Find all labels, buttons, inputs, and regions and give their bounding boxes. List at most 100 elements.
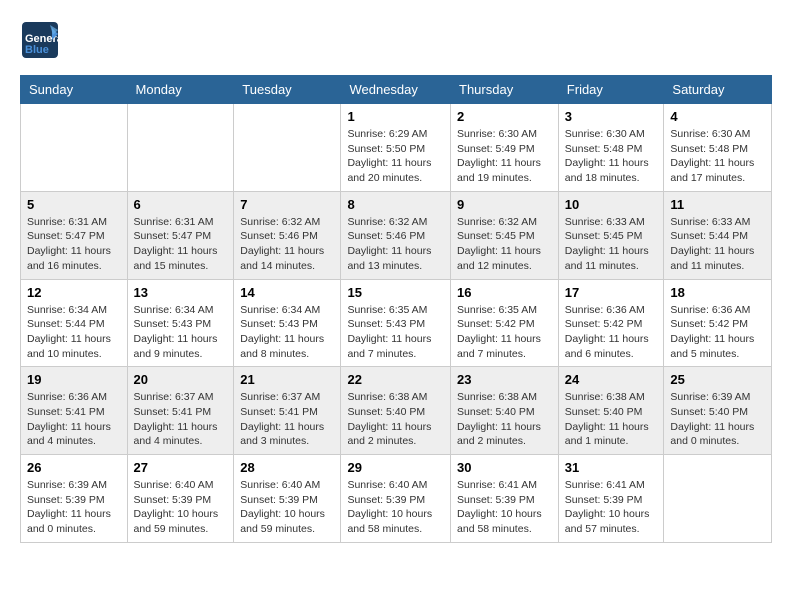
weekday-header-monday: Monday (127, 76, 234, 104)
calendar-cell (127, 104, 234, 192)
day-number: 12 (27, 285, 121, 300)
calendar-table: SundayMondayTuesdayWednesdayThursdayFrid… (20, 75, 772, 543)
day-number: 11 (670, 197, 765, 212)
day-number: 19 (27, 372, 121, 387)
day-number: 28 (240, 460, 334, 475)
calendar-cell: 8 Sunrise: 6:32 AM Sunset: 5:46 PM Daylig… (341, 191, 451, 279)
day-info: Sunrise: 6:35 AM Sunset: 5:43 PM Dayligh… (347, 303, 444, 362)
day-info: Sunrise: 6:31 AM Sunset: 5:47 PM Dayligh… (27, 215, 121, 274)
day-number: 6 (134, 197, 228, 212)
calendar-cell: 20 Sunrise: 6:37 AM Sunset: 5:41 PM Dayli… (127, 367, 234, 455)
day-info: Sunrise: 6:36 AM Sunset: 5:41 PM Dayligh… (27, 390, 121, 449)
day-number: 13 (134, 285, 228, 300)
calendar-cell: 9 Sunrise: 6:32 AM Sunset: 5:45 PM Daylig… (451, 191, 559, 279)
day-number: 9 (457, 197, 552, 212)
weekday-header-friday: Friday (558, 76, 664, 104)
day-info: Sunrise: 6:36 AM Sunset: 5:42 PM Dayligh… (565, 303, 658, 362)
day-info: Sunrise: 6:29 AM Sunset: 5:50 PM Dayligh… (347, 127, 444, 186)
day-info: Sunrise: 6:39 AM Sunset: 5:40 PM Dayligh… (670, 390, 765, 449)
calendar-cell: 3 Sunrise: 6:30 AM Sunset: 5:48 PM Daylig… (558, 104, 664, 192)
day-info: Sunrise: 6:37 AM Sunset: 5:41 PM Dayligh… (134, 390, 228, 449)
calendar-cell (21, 104, 128, 192)
day-number: 10 (565, 197, 658, 212)
calendar-cell: 17 Sunrise: 6:36 AM Sunset: 5:42 PM Dayli… (558, 279, 664, 367)
calendar-cell: 25 Sunrise: 6:39 AM Sunset: 5:40 PM Dayli… (664, 367, 772, 455)
day-info: Sunrise: 6:32 AM Sunset: 5:45 PM Dayligh… (457, 215, 552, 274)
calendar-cell (664, 455, 772, 543)
calendar-cell: 18 Sunrise: 6:36 AM Sunset: 5:42 PM Dayli… (664, 279, 772, 367)
calendar-cell (234, 104, 341, 192)
calendar-cell: 2 Sunrise: 6:30 AM Sunset: 5:49 PM Daylig… (451, 104, 559, 192)
day-number: 5 (27, 197, 121, 212)
calendar-cell: 30Sunrise: 6:41 AM Sunset: 5:39 PM Dayli… (451, 455, 559, 543)
day-info: Sunrise: 6:36 AM Sunset: 5:42 PM Dayligh… (670, 303, 765, 362)
svg-text:Blue: Blue (25, 44, 49, 56)
calendar-cell: 1 Sunrise: 6:29 AM Sunset: 5:50 PM Daylig… (341, 104, 451, 192)
day-info: Sunrise: 6:30 AM Sunset: 5:48 PM Dayligh… (670, 127, 765, 186)
day-info: Sunrise: 6:31 AM Sunset: 5:47 PM Dayligh… (134, 215, 228, 274)
day-number: 21 (240, 372, 334, 387)
day-number: 8 (347, 197, 444, 212)
day-number: 3 (565, 109, 658, 124)
calendar-cell: 15 Sunrise: 6:35 AM Sunset: 5:43 PM Dayli… (341, 279, 451, 367)
day-number: 20 (134, 372, 228, 387)
day-number: 25 (670, 372, 765, 387)
calendar-cell: 7 Sunrise: 6:32 AM Sunset: 5:46 PM Daylig… (234, 191, 341, 279)
day-number: 4 (670, 109, 765, 124)
calendar-cell: 16Sunrise: 6:35 AM Sunset: 5:42 PM Dayli… (451, 279, 559, 367)
day-number: 23 (457, 372, 552, 387)
calendar-cell: 4 Sunrise: 6:30 AM Sunset: 5:48 PM Daylig… (664, 104, 772, 192)
calendar-cell: 27 Sunrise: 6:40 AM Sunset: 5:39 PM Dayli… (127, 455, 234, 543)
calendar-cell: 21 Sunrise: 6:37 AM Sunset: 5:41 PM Dayli… (234, 367, 341, 455)
day-number: 7 (240, 197, 334, 212)
day-number: 14 (240, 285, 334, 300)
calendar-cell: 11Sunrise: 6:33 AM Sunset: 5:44 PM Dayli… (664, 191, 772, 279)
calendar-cell: 23 Sunrise: 6:38 AM Sunset: 5:40 PM Dayli… (451, 367, 559, 455)
day-info: Sunrise: 6:38 AM Sunset: 5:40 PM Dayligh… (565, 390, 658, 449)
day-info: Sunrise: 6:40 AM Sunset: 5:39 PM Dayligh… (134, 478, 228, 537)
day-info: Sunrise: 6:39 AM Sunset: 5:39 PM Dayligh… (27, 478, 121, 537)
calendar-cell: 5 Sunrise: 6:31 AM Sunset: 5:47 PM Daylig… (21, 191, 128, 279)
day-number: 22 (347, 372, 444, 387)
calendar-cell: 29Sunrise: 6:40 AM Sunset: 5:39 PM Dayli… (341, 455, 451, 543)
day-number: 17 (565, 285, 658, 300)
day-number: 18 (670, 285, 765, 300)
calendar-cell: 13 Sunrise: 6:34 AM Sunset: 5:43 PM Dayli… (127, 279, 234, 367)
calendar-cell: 26 Sunrise: 6:39 AM Sunset: 5:39 PM Dayli… (21, 455, 128, 543)
weekday-header-saturday: Saturday (664, 76, 772, 104)
day-info: Sunrise: 6:40 AM Sunset: 5:39 PM Dayligh… (347, 478, 444, 537)
day-info: Sunrise: 6:41 AM Sunset: 5:39 PM Dayligh… (565, 478, 658, 537)
day-number: 15 (347, 285, 444, 300)
day-number: 31 (565, 460, 658, 475)
day-info: Sunrise: 6:33 AM Sunset: 5:45 PM Dayligh… (565, 215, 658, 274)
day-number: 26 (27, 460, 121, 475)
day-number: 30 (457, 460, 552, 475)
calendar-cell: 19 Sunrise: 6:36 AM Sunset: 5:41 PM Dayli… (21, 367, 128, 455)
day-info: Sunrise: 6:34 AM Sunset: 5:43 PM Dayligh… (134, 303, 228, 362)
day-info: Sunrise: 6:37 AM Sunset: 5:41 PM Dayligh… (240, 390, 334, 449)
day-info: Sunrise: 6:38 AM Sunset: 5:40 PM Dayligh… (347, 390, 444, 449)
calendar-cell: 6 Sunrise: 6:31 AM Sunset: 5:47 PM Daylig… (127, 191, 234, 279)
day-number: 27 (134, 460, 228, 475)
day-info: Sunrise: 6:32 AM Sunset: 5:46 PM Dayligh… (240, 215, 334, 274)
weekday-header-wednesday: Wednesday (341, 76, 451, 104)
day-info: Sunrise: 6:32 AM Sunset: 5:46 PM Dayligh… (347, 215, 444, 274)
calendar-cell: 12 Sunrise: 6:34 AM Sunset: 5:44 PM Dayli… (21, 279, 128, 367)
day-number: 1 (347, 109, 444, 124)
day-info: Sunrise: 6:30 AM Sunset: 5:48 PM Dayligh… (565, 127, 658, 186)
day-info: Sunrise: 6:30 AM Sunset: 5:49 PM Dayligh… (457, 127, 552, 186)
calendar-cell: 14 Sunrise: 6:34 AM Sunset: 5:43 PM Dayli… (234, 279, 341, 367)
day-number: 24 (565, 372, 658, 387)
day-info: Sunrise: 6:38 AM Sunset: 5:40 PM Dayligh… (457, 390, 552, 449)
page-header: General Blue (20, 20, 772, 65)
day-info: Sunrise: 6:34 AM Sunset: 5:44 PM Dayligh… (27, 303, 121, 362)
calendar-cell: 22 Sunrise: 6:38 AM Sunset: 5:40 PM Dayli… (341, 367, 451, 455)
day-number: 2 (457, 109, 552, 124)
weekday-header-sunday: Sunday (21, 76, 128, 104)
day-info: Sunrise: 6:40 AM Sunset: 5:39 PM Dayligh… (240, 478, 334, 537)
weekday-header-tuesday: Tuesday (234, 76, 341, 104)
calendar-cell: 28 Sunrise: 6:40 AM Sunset: 5:39 PM Dayli… (234, 455, 341, 543)
day-info: Sunrise: 6:34 AM Sunset: 5:43 PM Dayligh… (240, 303, 334, 362)
day-info: Sunrise: 6:35 AM Sunset: 5:42 PM Dayligh… (457, 303, 552, 362)
calendar-cell: 24 Sunrise: 6:38 AM Sunset: 5:40 PM Dayli… (558, 367, 664, 455)
